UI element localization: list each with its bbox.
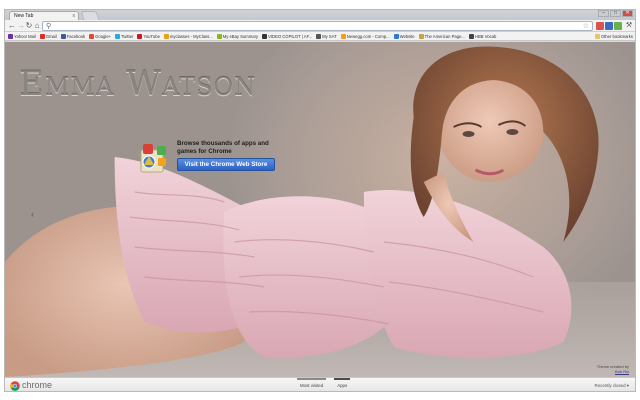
recently-closed-label: Recently closed [594,383,626,388]
bookmark-label: Facebook [66,34,86,39]
chrome-logo-icon [10,381,20,391]
minimize-button[interactable]: – [598,10,609,17]
tab-close-icon[interactable]: x [73,12,76,20]
recently-closed-menu[interactable]: Recently closed ▾ [594,378,629,391]
theme-title: Emma Watson [19,64,257,104]
bookmark-item[interactable]: HBB Vocab [468,34,497,39]
bookmark-favicon-icon [468,34,474,39]
window-controls: – □ ✕ [598,10,633,18]
bookmark-favicon-icon [8,34,13,39]
chrome-wordmark: chrome [22,380,53,390]
close-window-button[interactable]: ✕ [622,10,633,17]
tab-most-visited[interactable]: Most visited [297,378,327,391]
bookmark-item[interactable]: The American Page... [418,34,465,39]
bookmark-label: My eBay Summary [222,34,259,39]
bookmark-favicon-icon [316,34,322,39]
tab-indicator [297,378,327,380]
new-tab-footer: chrome Most visited Apps Recently closed… [5,377,635,391]
bookmark-list: Yahoo! Mail Gmail Facebook Google+ Twitter Yo… [8,32,496,41]
chevron-down-icon: ▾ [626,383,629,388]
bookmark-item[interactable]: My SAT [316,34,337,39]
bookmark-item[interactable]: Facebook [60,34,86,39]
bookmark-item[interactable]: VIDEO COPILOT | AF... [262,34,312,39]
bookmark-label: Website [399,34,415,39]
footer-tabs: Most visited Apps [297,378,351,391]
web-store-icon [140,144,166,173]
new-tab-button[interactable] [80,11,100,20]
bookmark-item[interactable]: Yahoo! Mail [8,34,36,39]
theme-credit: Theme created by Bob Riz [597,364,629,374]
maximize-button[interactable]: □ [610,10,621,17]
extension-icon[interactable] [596,22,604,30]
bookmark-favicon-icon [340,34,346,39]
browser-window: New Tab x – □ ✕ ← → ↻ ⌂ ⚲ ☆ ⚒ Yahoo! Mai… [4,9,636,392]
bookmark-item[interactable]: My eBay Summary [216,34,259,39]
web-store-promo-text: Browse thousands of apps and games for C… [177,140,269,155]
bookmark-item[interactable]: Website [393,34,415,39]
toolbar: ← → ↻ ⌂ ⚲ ☆ ⚒ [5,20,635,32]
web-store-promo: Browse thousands of apps and games for C… [135,140,285,176]
bookmark-star-icon[interactable]: ☆ [583,22,589,31]
bookmark-favicon-icon [115,34,121,39]
theme-author-link[interactable]: Bob Riz [597,369,629,374]
bookmark-favicon-icon [216,34,222,39]
bookmark-label: HBB Vocab [474,34,497,39]
new-tab-page: Emma Watson Browse thousands of apps and… [5,42,635,377]
bookmark-favicon-icon [262,34,268,39]
bookmark-item[interactable]: Google+ [89,34,111,39]
bookmark-favicon-icon [393,34,399,39]
tab-strip: New Tab x – □ ✕ [5,10,635,20]
bookmark-label: My SAT [322,34,337,39]
tab-apps[interactable]: Apps [334,378,351,391]
tab-indicator [334,378,351,380]
bookmarks-bar: Yahoo! Mail Gmail Facebook Google+ Twitter Yo… [5,32,635,41]
bookmark-label: Google+ [95,34,112,39]
other-bookmarks[interactable]: Other bookmarks [594,32,633,41]
bookmark-label: Newegg.com - Comp... [346,34,390,39]
chevron-left-icon[interactable]: ‹ [31,209,34,219]
bookmark-label: The American Page... [424,34,465,39]
home-icon[interactable]: ⌂ [32,21,42,31]
bookmark-label: Twitter [121,34,134,39]
bookmark-favicon-icon [60,34,66,39]
extension-icon[interactable] [614,22,622,30]
bookmark-item[interactable]: myclasses - MyClass... [163,34,213,39]
bookmark-item[interactable]: Gmail [39,34,57,39]
bookmark-label: Yahoo! Mail [14,34,36,39]
other-bookmarks-label: Other bookmarks [600,34,633,39]
bookmark-item[interactable]: Twitter [115,34,133,39]
tab-new-tab[interactable]: New Tab x [9,11,79,20]
bookmark-label: myclasses - MyClass... [169,34,213,39]
tab-most-visited-label: Most visited [300,383,324,388]
search-icon: ⚲ [46,23,52,30]
bookmark-favicon-icon [163,34,169,39]
folder-icon [594,34,600,39]
extension-icon[interactable] [605,22,613,30]
wrench-icon[interactable]: ⚒ [624,21,634,31]
bookmark-item[interactable]: YouTube [137,34,160,39]
tab-apps-label: Apps [337,383,348,388]
tab-label: New Tab [14,13,34,19]
bookmark-label: Gmail [45,34,57,39]
bookmark-favicon-icon [137,34,143,39]
bookmark-item[interactable]: Newegg.com - Comp... [340,34,390,39]
bookmark-label: YouTube [143,34,160,39]
bookmark-favicon-icon [39,34,45,39]
bookmark-favicon-icon [418,34,424,39]
bookmark-label: VIDEO COPILOT | AF... [268,34,313,39]
bookmark-favicon-icon [89,34,95,39]
omnibox[interactable]: ⚲ ☆ [42,21,593,31]
visit-web-store-button[interactable]: Visit the Chrome Web Store [177,158,275,171]
